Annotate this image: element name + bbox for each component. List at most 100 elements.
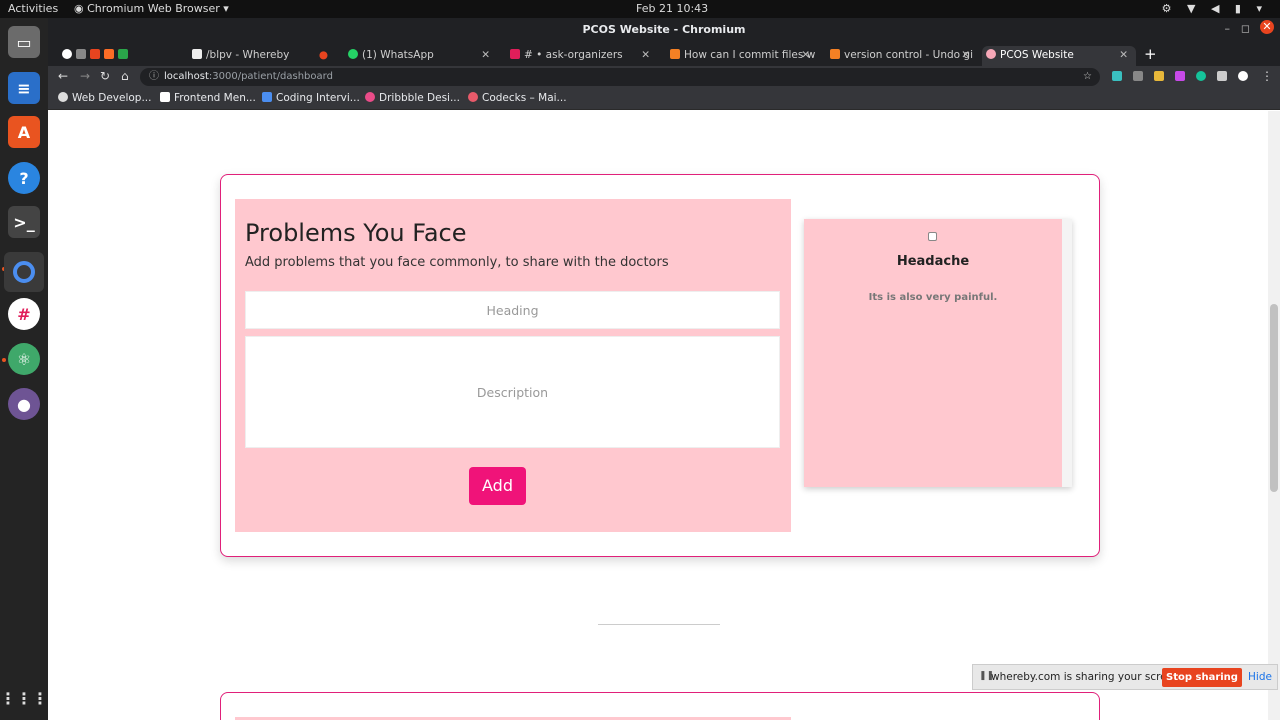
problems-card: Problems You Face Add problems that you …	[220, 174, 1100, 557]
bookmark-item[interactable]: Dribbble Desi...	[365, 92, 460, 104]
tab-label: /blpv - Whereby	[206, 49, 290, 61]
terminal-icon[interactable]: >_	[8, 206, 40, 238]
tab-whereby[interactable]: /blpv - Whereby ●	[188, 46, 336, 66]
tab-stackoverflow-undo[interactable]: version control - Undo gi ✕	[826, 46, 978, 66]
window-title: PCOS Website - Chromium	[582, 23, 746, 36]
scrollbar-thumb[interactable]	[1270, 304, 1278, 492]
menu-icon[interactable]: ⋮	[1261, 69, 1273, 83]
maximize-icon[interactable]: ◻	[1241, 22, 1250, 35]
window-titlebar: PCOS Website - Chromium – ◻ ✕	[48, 18, 1280, 44]
system-top-bar: Activities ◉ Chromium Web Browser ▾ Feb …	[0, 0, 1280, 18]
problem-checkbox[interactable]	[928, 232, 937, 241]
close-tab-icon[interactable]: ✕	[481, 46, 490, 64]
bookmark-item[interactable]: Codecks – Mai...	[468, 92, 567, 104]
system-tray[interactable]: ⚙ ▼ ◀ ▮ ▾	[1162, 2, 1268, 15]
next-card	[220, 692, 1100, 720]
new-tab-icon[interactable]: +	[1144, 45, 1157, 63]
tab-strip: /blpv - Whereby ● (1) WhatsApp ✕ # • ask-o…	[48, 44, 1280, 66]
profile-avatar[interactable]	[1238, 71, 1248, 81]
screen-share-bar: ❚❚ whereby.com is sharing your screen. S…	[972, 664, 1278, 690]
bookmark-item[interactable]: Coding Intervi...	[262, 92, 360, 104]
bookmark-label: Codecks – Mai...	[482, 92, 567, 104]
bookmark-star-icon[interactable]: ☆	[1083, 68, 1092, 86]
close-window-icon[interactable]: ✕	[1260, 20, 1274, 34]
reload-icon[interactable]: ↻	[100, 69, 110, 83]
tab-label: version control - Undo gi	[844, 49, 974, 61]
tab-label: How can I commit files w	[684, 49, 816, 61]
recording-icon: ●	[318, 49, 328, 61]
pinned-tabs[interactable]	[58, 46, 188, 66]
software-icon[interactable]: A	[8, 116, 40, 148]
slack-tab-icon	[510, 49, 520, 59]
bookmark-label: Web Develop...	[72, 92, 152, 104]
clock[interactable]: Feb 21 10:43	[636, 2, 708, 15]
page-content: Problems You Face Add problems that you …	[48, 111, 1280, 720]
tab-pcos[interactable]: PCOS Website ✕	[982, 46, 1136, 66]
chromium-icon[interactable]	[4, 252, 44, 292]
close-tab-icon[interactable]: ✕	[961, 46, 970, 64]
browser-toolbar: ← → ↻ ⌂ ⓘ localhost:3000/patient/dashboa…	[48, 66, 1280, 88]
github-icon[interactable]: ●	[8, 388, 40, 420]
description-input[interactable]: Description	[245, 336, 780, 448]
problem-title: Headache	[896, 254, 970, 269]
back-icon[interactable]: ←	[58, 69, 68, 83]
slack-icon[interactable]: #	[8, 298, 40, 330]
close-tab-icon[interactable]: ✕	[801, 46, 810, 64]
form-title: Problems You Face	[245, 219, 467, 247]
minimize-icon[interactable]: –	[1225, 22, 1231, 35]
stackoverflow-icon	[830, 49, 840, 59]
stackoverflow-icon	[670, 49, 680, 59]
site-info-icon[interactable]: ⓘ	[149, 68, 159, 86]
bookmark-label: Frontend Men...	[174, 92, 256, 104]
address-bar[interactable]: ⓘ localhost:3000/patient/dashboard ☆	[140, 68, 1100, 86]
hide-button[interactable]: Hide	[1248, 671, 1272, 683]
whatsapp-icon	[348, 49, 358, 59]
bookmark-item[interactable]: Frontend Men...	[160, 92, 256, 104]
tab-label: PCOS Website	[1000, 49, 1074, 61]
app-menu[interactable]: ◉ Chromium Web Browser ▾	[74, 2, 229, 15]
bookmarks-bar: Web Develop... Frontend Men... Coding In…	[48, 88, 1280, 110]
heading-input[interactable]: Heading	[245, 291, 780, 329]
running-indicator	[2, 358, 6, 362]
extension-icon[interactable]	[1154, 71, 1164, 81]
problem-description: Its is also very painful.	[868, 292, 998, 303]
tab-whatsapp[interactable]: (1) WhatsApp ✕	[344, 46, 498, 66]
stop-sharing-button[interactable]: Stop sharing	[1162, 668, 1242, 687]
forward-icon[interactable]: →	[80, 69, 90, 83]
atom-icon[interactable]: ⚛	[8, 343, 40, 375]
problem-list: Headache Its is also very painful.	[804, 219, 1072, 487]
problem-form: Problems You Face Add problems that you …	[235, 199, 791, 532]
activities-button[interactable]: Activities	[8, 2, 58, 15]
add-button[interactable]: Add	[469, 467, 526, 505]
app-menu-label: Chromium Web Browser ▾	[87, 2, 229, 15]
page-scrollbar[interactable]	[1268, 111, 1280, 720]
home-icon[interactable]: ⌂	[121, 69, 129, 83]
share-message: whereby.com is sharing your screen.	[991, 671, 1184, 683]
whereby-icon	[192, 49, 202, 59]
list-scrollbar[interactable]	[1062, 219, 1072, 487]
tab-slack[interactable]: # • ask-organizers ✕	[506, 46, 658, 66]
bookmark-label: Dribbble Desi...	[379, 92, 460, 104]
tab-label: (1) WhatsApp	[362, 49, 434, 61]
extension-icon[interactable]	[1175, 71, 1185, 81]
close-tab-icon[interactable]: ✕	[641, 46, 650, 64]
url-host: localhost	[164, 71, 209, 82]
close-tab-icon[interactable]: ✕	[1119, 46, 1128, 64]
bookmark-label: Coding Intervi...	[276, 92, 360, 104]
extensions-puzzle-icon[interactable]	[1217, 71, 1227, 81]
url-path: :3000/patient/dashboard	[208, 71, 333, 82]
tab-stackoverflow-commit[interactable]: How can I commit files w ✕	[666, 46, 818, 66]
pcos-icon	[986, 49, 996, 59]
dock: ▭ ≡ A ? >_ # ⚛ ● ⋮⋮⋮	[0, 18, 48, 720]
grammarly-icon[interactable]	[1196, 71, 1206, 81]
show-apps-icon[interactable]: ⋮⋮⋮	[0, 682, 48, 714]
writer-icon[interactable]: ≡	[8, 72, 40, 104]
files-icon[interactable]: ▭	[8, 26, 40, 58]
section-divider	[598, 624, 720, 625]
extension-icon[interactable]	[1112, 71, 1122, 81]
form-subtitle: Add problems that you face commonly, to …	[245, 255, 669, 270]
help-icon[interactable]: ?	[8, 162, 40, 194]
extension-icon[interactable]	[1133, 71, 1143, 81]
tab-label: # • ask-organizers	[524, 49, 623, 61]
bookmark-item[interactable]: Web Develop...	[58, 92, 151, 104]
